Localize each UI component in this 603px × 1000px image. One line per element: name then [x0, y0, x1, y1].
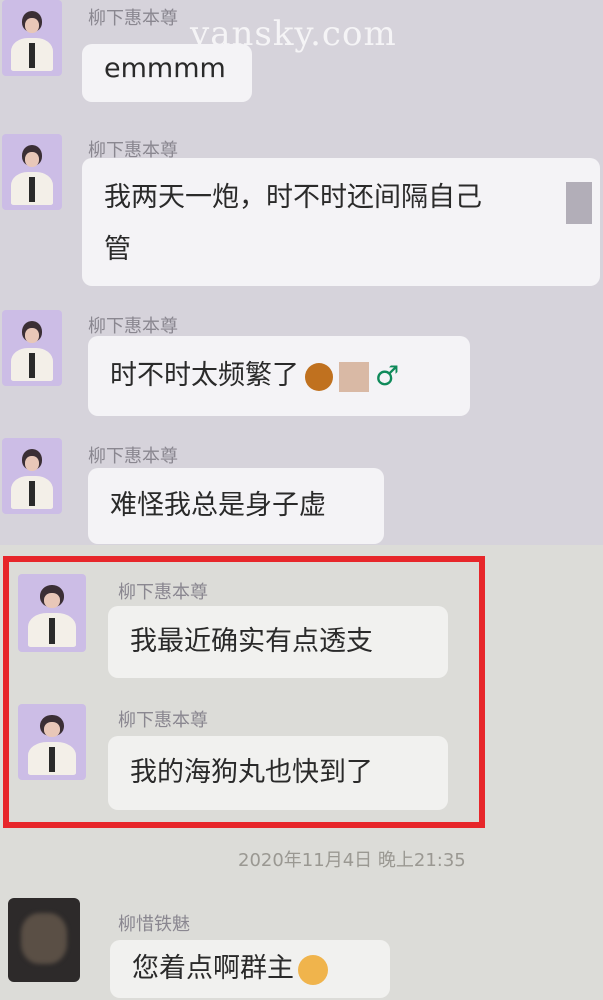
avatar[interactable] — [18, 704, 86, 780]
cat-emoji-icon — [298, 954, 328, 985]
male-sign-icon: ♂ — [375, 360, 400, 392]
sender-name: 柳下惠本尊 — [88, 316, 178, 337]
avatar[interactable] — [2, 438, 62, 514]
message-bubble[interactable]: 我的海狗丸也快到了 — [108, 736, 448, 810]
message-text: 您着点啊群主 — [132, 953, 294, 984]
avatar[interactable] — [2, 310, 62, 386]
sender-name: 柳下惠本尊 — [88, 8, 178, 29]
sender-name: 柳下惠本尊 — [118, 710, 208, 731]
censor-block — [566, 182, 592, 224]
blurred-emoji-icon — [339, 361, 369, 392]
message-text-cont: 管 — [104, 234, 131, 265]
sender-name: 柳惜铁魅 — [118, 914, 190, 935]
message-bubble[interactable]: emmmm — [82, 44, 252, 102]
avatar[interactable] — [8, 898, 80, 982]
message-bubble[interactable]: 时不时太频繁了 ♂ — [88, 336, 470, 416]
message-bubble[interactable]: 您着点啊群主 — [110, 940, 390, 998]
message-bubble[interactable]: 我两天一炮，时不时还间隔自己 管 — [82, 158, 600, 286]
sender-name: 柳下惠本尊 — [118, 582, 208, 603]
message-bubble[interactable]: 难怪我总是身子虚 — [88, 468, 384, 544]
avatar[interactable] — [2, 134, 62, 210]
message-text: 我两天一炮，时不时还间隔自己 — [104, 182, 482, 213]
avatar[interactable] — [2, 0, 62, 76]
timestamp: 2020年11月4日 晚上21:35 — [238, 850, 466, 871]
avatar[interactable] — [18, 574, 86, 652]
message-bubble[interactable]: 我最近确实有点透支 — [108, 606, 448, 678]
message-text: 时不时太频繁了 — [110, 360, 299, 391]
face-emoji-icon — [305, 362, 333, 391]
sender-name: 柳下惠本尊 — [88, 446, 178, 467]
